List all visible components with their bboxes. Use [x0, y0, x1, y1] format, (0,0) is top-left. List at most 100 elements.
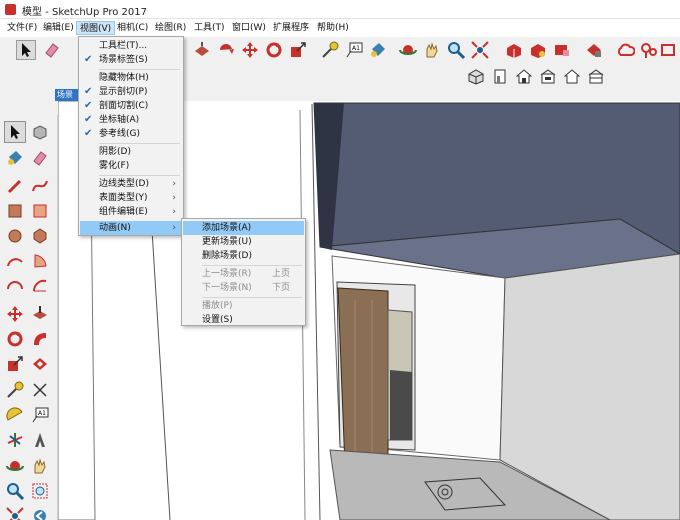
wood-panel-door	[337, 287, 389, 471]
extension-warehouse-icon[interactable]	[552, 40, 572, 60]
warehouse-3d-icon[interactable]	[504, 40, 524, 60]
menu-item-axes[interactable]: ✔ 坐标轴(A)	[80, 113, 182, 127]
axes-icon[interactable]	[4, 429, 26, 451]
menu-item-toolbars[interactable]: 工具栏(T)...	[80, 39, 182, 53]
menu-item-add-scene[interactable]: 添加场景(A)	[183, 221, 304, 235]
menu-separator	[202, 297, 302, 298]
zoom-extents-icon[interactable]	[470, 40, 490, 60]
menu-item-update-scene[interactable]: 更新场景(U)	[183, 235, 304, 249]
zoom-icon[interactable]	[4, 480, 26, 502]
scale-icon[interactable]	[288, 40, 308, 60]
pencil-line-icon[interactable]	[4, 175, 26, 197]
pan-icon[interactable]	[29, 455, 51, 477]
rotate-icon[interactable]	[4, 328, 26, 350]
eraser-icon[interactable]	[29, 147, 51, 169]
previous-view-icon[interactable]	[29, 505, 51, 520]
menu-item-animation[interactable]: 动画(N) ›	[80, 221, 182, 235]
zoom-window-icon[interactable]	[29, 480, 51, 502]
menu-item-component-edit[interactable]: 组件编辑(E) ›	[80, 205, 182, 219]
menu-item-settings[interactable]: 设置(S)	[183, 313, 304, 327]
layout-icon[interactable]	[584, 40, 604, 60]
tape-measure-icon[interactable]	[4, 379, 26, 401]
menu-view[interactable]: 视图(V)	[76, 21, 116, 35]
orbit-icon[interactable]	[398, 40, 418, 60]
menu-tools[interactable]: 工具(T)	[191, 21, 228, 35]
pie-arc-icon[interactable]	[29, 250, 51, 272]
top-view-icon[interactable]	[514, 66, 534, 86]
orbit-icon[interactable]	[4, 455, 26, 477]
select-arrow-icon[interactable]	[4, 121, 26, 143]
menu-camera[interactable]: 相机(C)	[114, 21, 151, 35]
menu-item-previous-scene[interactable]: 上一场景(R) 上页	[183, 267, 304, 281]
paint-bucket-icon[interactable]	[4, 147, 26, 169]
dimension-icon[interactable]	[29, 379, 51, 401]
two-point-arc-icon[interactable]	[4, 275, 26, 297]
menu-item-face-style[interactable]: 表面类型(Y) ›	[80, 191, 182, 205]
menu-edit[interactable]: 编辑(E)	[40, 21, 77, 35]
location-icon[interactable]	[638, 40, 658, 60]
text-icon[interactable]: A1	[29, 404, 51, 426]
select-arrow-icon[interactable]	[16, 40, 36, 60]
sketchup-app-icon	[5, 4, 16, 15]
menu-extensions[interactable]: 扩展程序	[270, 21, 312, 35]
text-label-icon[interactable]: A1	[344, 40, 364, 60]
three-point-arc-icon[interactable]	[29, 275, 51, 297]
front-view-icon[interactable]	[490, 66, 510, 86]
menu-item-shadows[interactable]: 阴影(D)	[80, 145, 182, 159]
zoom-extents-icon[interactable]	[4, 505, 26, 520]
menu-item-play[interactable]: 播放(P)	[183, 299, 304, 313]
menu-item-delete-scene[interactable]: 删除场景(D)	[183, 249, 304, 263]
cloud-icon[interactable]	[616, 40, 636, 60]
make-component-icon[interactable]	[29, 121, 51, 143]
menu-window[interactable]: 窗口(W)	[229, 21, 269, 35]
rotate-red-icon[interactable]	[216, 40, 236, 60]
left-view-icon[interactable]	[586, 66, 606, 86]
iso-view-icon[interactable]	[466, 66, 486, 86]
menu-separator	[99, 143, 180, 144]
follow-me-icon[interactable]	[29, 328, 51, 350]
push-pull-icon[interactable]	[29, 303, 51, 325]
checkmark-icon: ✔	[84, 86, 93, 97]
menu-help[interactable]: 帮助(H)	[314, 21, 352, 35]
menu-item-section-planes[interactable]: ✔ 显示剖切(P)	[80, 85, 182, 99]
menu-item-section-cuts[interactable]: ✔ 剖面切割(C)	[80, 99, 182, 113]
freehand-arc-icon[interactable]	[29, 175, 51, 197]
back-view-icon[interactable]	[562, 66, 582, 86]
menu-item-fog[interactable]: 雾化(F)	[80, 159, 182, 173]
view-menu-dropdown: 工具栏(T)... ✔ 场景标签(S) 隐藏物体(H) ✔ 显示剖切(P) ✔ …	[78, 36, 184, 236]
tape-measure-icon[interactable]	[320, 40, 340, 60]
move-arrows-icon[interactable]	[240, 40, 260, 60]
redo-circle-icon[interactable]	[264, 40, 284, 60]
paint-bucket-icon[interactable]	[368, 40, 388, 60]
menu-item-next-scene[interactable]: 下一场景(N) 下页	[183, 281, 304, 295]
window-title: 模型 - SketchUp Pro 2017	[22, 7, 147, 18]
offset-icon[interactable]	[29, 353, 51, 375]
rotated-rect-icon[interactable]	[29, 200, 51, 222]
scene-tab[interactable]: 场景	[55, 89, 79, 101]
menu-file[interactable]: 文件(F)	[4, 21, 40, 35]
move-icon[interactable]	[4, 303, 26, 325]
account-icon[interactable]	[658, 40, 678, 60]
protractor-icon[interactable]	[4, 404, 26, 426]
rectangle-icon[interactable]	[4, 200, 26, 222]
pan-hand-icon[interactable]	[422, 40, 442, 60]
polygon-icon[interactable]	[29, 225, 51, 247]
menu-item-guides[interactable]: ✔ 参考线(G)	[80, 127, 182, 141]
share-model-icon[interactable]	[528, 40, 548, 60]
menu-item-edge-style[interactable]: 边线类型(D) ›	[80, 177, 182, 191]
cut-3d-icon[interactable]	[192, 40, 212, 60]
3d-text-icon[interactable]	[29, 429, 51, 451]
eraser-icon[interactable]	[42, 40, 62, 60]
menu-item-scene-tabs[interactable]: ✔ 场景标签(S)	[80, 53, 182, 67]
scale-icon[interactable]	[4, 353, 26, 375]
menu-bar: 文件(F) 编辑(E) 视图(V) 相机(C) 绘图(R) 工具(T) 窗口(W…	[0, 19, 680, 37]
circle-icon[interactable]	[4, 225, 26, 247]
arc-icon[interactable]	[4, 250, 26, 272]
zoom-icon[interactable]	[446, 40, 466, 60]
checkmark-icon: ✔	[84, 128, 93, 139]
right-view-icon[interactable]	[538, 66, 558, 86]
animation-submenu: 添加场景(A) 更新场景(U) 删除场景(D) 上一场景(R) 上页 下一场景(…	[181, 218, 306, 326]
menu-item-hidden-objects[interactable]: 隐藏物体(H)	[80, 71, 182, 85]
submenu-arrow-icon: ›	[172, 223, 176, 233]
menu-draw[interactable]: 绘图(R)	[152, 21, 189, 35]
